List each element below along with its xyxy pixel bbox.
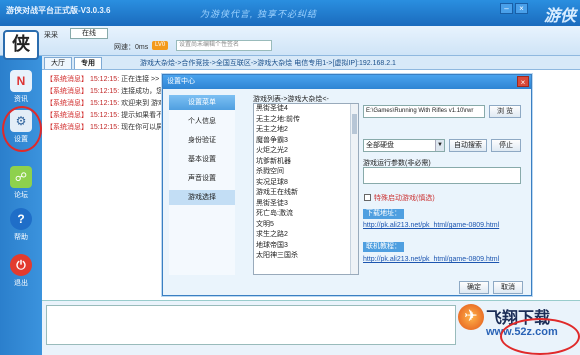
sidebar-item-label: 资讯 [14,96,28,103]
forum-icon: ☍ [10,166,32,188]
minimize-icon[interactable]: – [500,3,513,14]
list-item: 【系统消息】 15:12:15: 欢迎来到 游戏大杂 [46,100,180,107]
game-path-input[interactable]: E:\Games\Running With Rifles v1.10\rwr [363,105,485,118]
list-item: 【系统消息】 15:12:15: 提示如果看不到其 [46,112,178,119]
game-list-scrollbar[interactable] [350,104,358,274]
delay-label: 网速：0ms [114,44,149,51]
list-item[interactable]: 求生之路2 [254,230,358,241]
brand-logo: 游侠 [543,8,576,25]
chat-input[interactable] [46,305,456,345]
close-icon[interactable]: × [517,76,529,87]
list-item[interactable]: 火炬之光2 [254,146,358,157]
list-item[interactable]: 无主之地2 [254,125,358,136]
browse-button[interactable]: 浏 览 [489,105,521,118]
title-bar: 游侠对战平台正式版-V3.0.3.6 为游侠代言, 独享不必纠结 – × 游侠 [0,0,580,26]
nav-basic-settings[interactable]: 基本设置 [169,152,235,167]
level-badge: LV0 [152,41,169,50]
news-icon: N [10,70,32,92]
list-item[interactable]: 地球帝国3 [254,241,358,252]
user-bar: 采采 在线 网速：0ms LV0 设置尚未编辑个性签名 [0,26,580,56]
close-icon[interactable]: × [515,3,528,14]
nav-header: 设置菜单 [169,95,235,110]
ok-button[interactable]: 确定 [459,281,489,294]
dialog-title: 设置中心 [167,78,195,85]
breadcrumb: 游戏大杂烩->合作竞技->全国互联区->游戏大杂烩 电信专用1->[虚拟IP]:… [140,60,396,67]
app-logo: 侠 [3,30,39,60]
highlight-ring [500,318,580,355]
list-item[interactable]: 黑街圣徒3 [254,199,358,210]
sidebar-item-help[interactable]: ? 帮助 [4,208,38,242]
tutorial-link[interactable]: http://pk.ali213.net/pk_html/game-0809.h… [363,256,499,263]
args-input[interactable] [363,167,521,184]
sidebar-item-exit[interactable]: ⏻ 退出 [4,254,38,288]
app-title: 游侠对战平台正式版-V3.0.3.6 [6,6,111,15]
tutorial-title: 联机教程： [363,242,404,252]
settings-dialog: 设置中心 × 设置菜单 个人信息 身份验证 基本设置 声音设置 游戏选择 游戏列… [162,74,532,296]
watermark-logo: ✈ [458,304,484,330]
chevron-down-icon: ▼ [435,140,444,151]
sidebar-item-label: 论坛 [14,192,28,199]
sidebar-item-forum[interactable]: ☍ 论坛 [4,166,38,200]
nav-identity[interactable]: 身份验证 [169,133,235,148]
scrollbar-thumb[interactable] [352,114,357,134]
exit-icon: ⏻ [10,254,32,276]
disk-select[interactable]: 全部硬盘 ▼ [363,139,445,152]
list-item[interactable]: 黑街圣徒4 [254,104,358,115]
list-item[interactable]: 实况足球8 [254,178,358,189]
tab-lobby[interactable]: 大厅 [44,57,72,69]
sidebar-item-news[interactable]: N 资讯 [4,70,38,104]
list-item[interactable]: 太阳神三国杀 [254,251,358,262]
slogan: 为游侠代言, 独享不必纠结 [200,9,318,19]
list-item[interactable]: 死亡岛:激流 [254,209,358,220]
sidebar: N 资讯 ⚙ 设置 ☍ 论坛 ? 帮助 ⏻ 退出 [0,56,42,355]
list-item: 【系统消息】 15:12:15: 现在你可以屏蔽他 [46,124,178,131]
list-item: 【系统消息】 15:12:15: 正在连接 >> 游戏 [46,76,176,83]
list-item[interactable]: 文明5 [254,220,358,231]
nav-sound-settings[interactable]: 声音设置 [169,171,235,186]
list-item[interactable]: 无主之地:前传 [254,115,358,126]
user-name: 采采 [44,32,58,39]
list-item: 【系统消息】 15:12:15: 连接成功，您已经 [46,88,178,95]
highlight-ring [2,106,42,152]
auto-search-button[interactable]: 自动搜索 [449,139,487,152]
list-item[interactable]: 坑爹新机器 [254,157,358,168]
special-launch-label: 特殊启动游戏(慎选) [374,195,435,202]
cancel-button[interactable]: 取消 [493,281,523,294]
window-buttons: – × [500,3,528,14]
nav-game-select[interactable]: 游戏选择 [169,190,235,205]
download-title: 下载地址： [363,209,404,219]
dialog-title-bar: 设置中心 × [163,75,531,89]
list-item[interactable]: 魔兽争霸3 [254,136,358,147]
sidebar-item-label: 退出 [14,280,28,287]
list-item[interactable]: 游戏王在线新 [254,188,358,199]
tab-row: 大厅 专用 游戏大杂烩->合作竞技->全国互联区->游戏大杂烩 电信专用1->[… [42,56,580,70]
help-icon: ? [10,208,32,230]
status-dropdown[interactable]: 在线 [70,28,108,39]
settings-nav: 设置菜单 个人信息 身份验证 基本设置 声音设置 游戏选择 [169,95,235,275]
signature-input[interactable]: 设置尚未编辑个性签名 [176,40,272,51]
download-link[interactable]: http://pk.ali213.net/pk_html/game-0809.h… [363,222,499,229]
list-item[interactable]: 杀戮空间 [254,167,358,178]
stop-button[interactable]: 停止 [491,139,521,152]
sidebar-item-label: 帮助 [14,234,28,241]
special-launch-checkbox[interactable] [364,194,371,201]
tab-dedicated[interactable]: 专用 [74,57,102,69]
game-list[interactable]: 黑街圣徒4 无主之地:前传 无主之地2 魔兽争霸3 火炬之光2 坑爹新机器 杀戮… [253,103,359,275]
disk-select-value: 全部硬盘 [366,142,394,149]
nav-personal-info[interactable]: 个人信息 [169,114,235,129]
